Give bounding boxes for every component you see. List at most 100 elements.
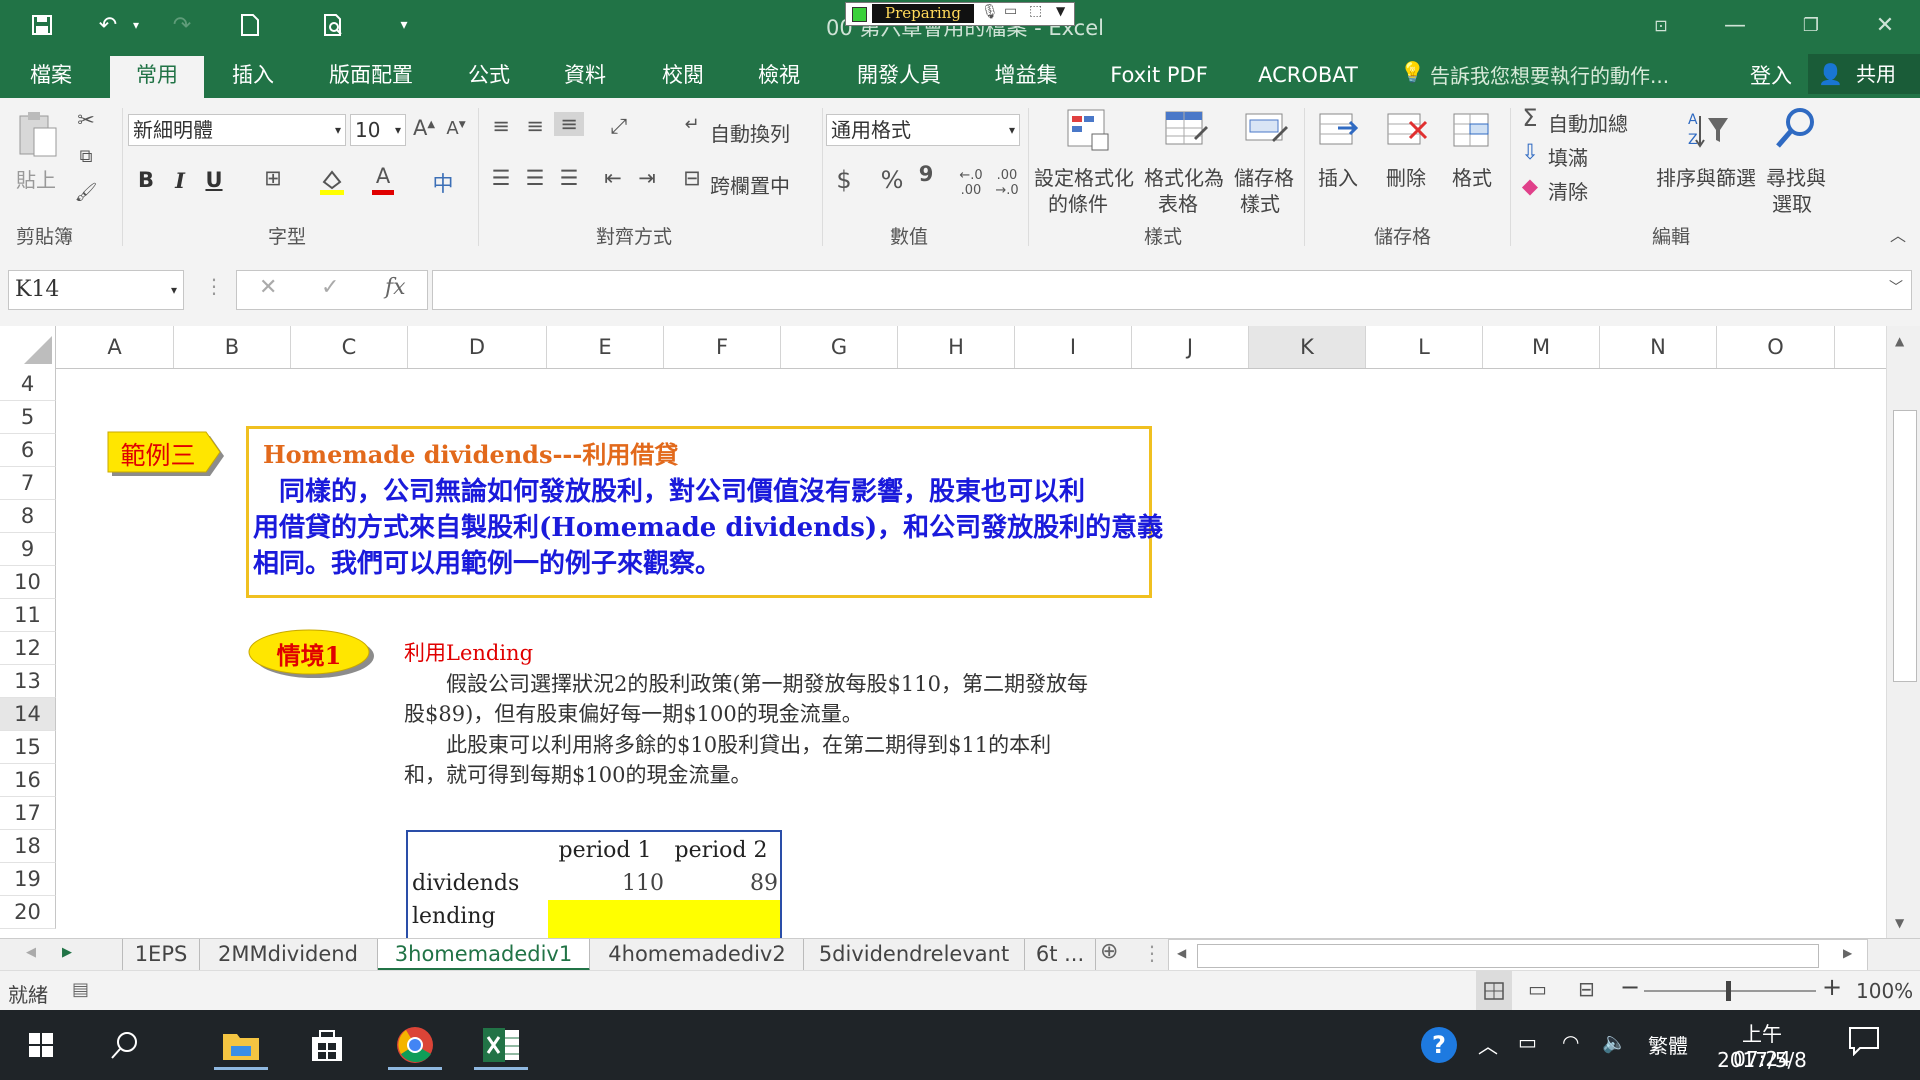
autosum-icon[interactable]: Σ <box>1518 104 1542 132</box>
currency-button[interactable]: $ <box>832 166 856 194</box>
formula-input[interactable]: ﹀ <box>432 270 1912 310</box>
share-button[interactable]: 👤 共用 <box>1808 54 1920 94</box>
fill-color-icon[interactable] <box>318 168 348 196</box>
row-header[interactable]: 13 <box>0 665 56 698</box>
find-select-icon[interactable] <box>1774 106 1818 150</box>
store-icon[interactable] <box>300 1020 354 1070</box>
column-header[interactable]: F <box>664 326 781 368</box>
tab-home[interactable]: 常用 <box>110 56 204 98</box>
table-cell-dividends-p1[interactable]: 110 <box>550 871 664 896</box>
decrease-font-icon[interactable]: A▼ <box>442 118 470 139</box>
add-sheet-icon[interactable]: ⊕ <box>1100 939 1118 964</box>
help-icon[interactable]: ? <box>1412 1020 1466 1070</box>
increase-indent-icon[interactable]: ⇥ <box>634 166 660 190</box>
insert-cells-icon[interactable] <box>1316 108 1360 152</box>
column-header[interactable]: N <box>1600 326 1717 368</box>
delete-cells-label[interactable]: 刪除 <box>1386 162 1426 191</box>
region-select-icon[interactable]: ⬚ <box>1029 3 1042 19</box>
column-header[interactable]: E <box>547 326 664 368</box>
row-header[interactable]: 4 <box>0 368 56 401</box>
scroll-left-icon[interactable]: ◀ <box>1177 946 1186 960</box>
column-header[interactable]: D <box>408 326 547 368</box>
number-format-dropdown[interactable]: 通用格式 ▾ <box>826 114 1020 146</box>
column-header[interactable]: O <box>1717 326 1835 368</box>
row-header[interactable]: 9 <box>0 533 56 566</box>
row-header[interactable]: 18 <box>0 830 56 863</box>
column-header-selected[interactable]: K <box>1249 326 1366 368</box>
close-icon[interactable]: ✕ <box>1860 8 1910 42</box>
tab-formulas[interactable]: 公式 <box>456 56 522 98</box>
percent-button[interactable]: % <box>878 166 906 194</box>
autosum-button[interactable]: 自動加總 <box>1548 108 1628 137</box>
delete-cells-icon[interactable] <box>1384 108 1428 152</box>
cell-styles-label1[interactable]: 儲存格 <box>1234 162 1294 191</box>
chrome-icon[interactable] <box>388 1020 442 1070</box>
eraser-icon[interactable]: ◆ <box>1518 174 1542 198</box>
format-cells-label[interactable]: 格式 <box>1452 162 1492 191</box>
cell-styles-label2[interactable]: 樣式 <box>1240 188 1280 217</box>
zoom-out-icon[interactable]: − <box>1620 973 1640 1001</box>
row-header[interactable]: 5 <box>0 401 56 434</box>
row-header[interactable]: 20 <box>0 896 56 929</box>
find-select-label2[interactable]: 選取 <box>1772 188 1812 217</box>
paste-label[interactable]: 貼上 <box>16 164 56 193</box>
tab-foxit-pdf[interactable]: Foxit PDF <box>1100 56 1218 98</box>
volume-icon[interactable]: 🔈 <box>1602 1030 1627 1054</box>
search-icon[interactable] <box>98 1020 152 1070</box>
column-header[interactable]: B <box>174 326 291 368</box>
underline-button[interactable]: U <box>202 168 226 192</box>
ime-indicator[interactable]: 繁體 <box>1648 1030 1688 1059</box>
align-center-icon[interactable]: ☰ <box>522 166 548 190</box>
increase-decimal-icon[interactable]: ←.0.00 <box>956 168 986 198</box>
sort-filter-label[interactable]: 排序與篩選 <box>1656 162 1756 191</box>
format-table-icon[interactable] <box>1164 108 1208 152</box>
phonetic-button[interactable]: 中 <box>430 168 456 198</box>
align-middle-icon[interactable]: ≡ <box>522 114 548 138</box>
format-painter-icon[interactable]: 🖌 <box>74 182 98 203</box>
tab-review[interactable]: 校閱 <box>650 56 716 98</box>
row-header[interactable]: 16 <box>0 764 56 797</box>
tab-view[interactable]: 檢視 <box>746 56 812 98</box>
tab-addins[interactable]: 增益集 <box>986 56 1066 98</box>
fill-down-icon[interactable]: ⇩ <box>1518 140 1542 164</box>
font-size-dropdown[interactable]: 10 ▾ <box>350 114 406 146</box>
chevron-down-icon[interactable]: ▾ <box>171 271 177 309</box>
sheet-tab-5dividendrelevant[interactable]: 5dividendrelevant <box>804 939 1025 971</box>
column-header[interactable]: L <box>1366 326 1483 368</box>
column-header[interactable]: H <box>898 326 1015 368</box>
conditional-format-label1[interactable]: 設定格式化 <box>1034 162 1134 191</box>
macro-record-icon[interactable]: ▤ <box>72 979 89 1000</box>
page-layout-view-icon[interactable]: ▭ <box>1528 977 1547 1001</box>
format-cells-icon[interactable] <box>1450 108 1494 152</box>
ribbon-display-icon[interactable]: ⊡ <box>1636 8 1686 42</box>
row-header[interactable]: 11 <box>0 599 56 632</box>
wrap-text-icon[interactable]: ↵ <box>680 114 704 135</box>
table-cell-dividends-p2[interactable]: 89 <box>664 871 778 896</box>
sheet-tab-4homemadediv2[interactable]: 4homemadediv2 <box>591 939 804 971</box>
column-header[interactable]: G <box>781 326 898 368</box>
column-header[interactable]: M <box>1483 326 1600 368</box>
increase-font-icon[interactable]: A▲ <box>410 116 438 140</box>
border-icon[interactable]: ⊞ <box>258 166 288 190</box>
decrease-indent-icon[interactable]: ⇤ <box>600 166 626 190</box>
normal-view-icon[interactable] <box>1476 971 1512 1011</box>
tab-data[interactable]: 資料 <box>552 56 618 98</box>
cell-styles-icon[interactable] <box>1244 108 1288 152</box>
row-header[interactable]: 19 <box>0 863 56 896</box>
sign-in-link[interactable]: 登入 <box>1750 60 1792 90</box>
table-cell-lending-highlight[interactable] <box>548 900 780 938</box>
comma-button[interactable]: 9 <box>914 162 938 186</box>
scroll-up-icon[interactable]: ▲ <box>1895 334 1904 348</box>
conditional-format-label2[interactable]: 的條件 <box>1048 188 1108 217</box>
sheet-tab-2mmdividend[interactable]: 2MMdividend <box>199 939 378 971</box>
format-table-label2[interactable]: 表格 <box>1158 188 1198 217</box>
fill-button[interactable]: 填滿 <box>1548 142 1588 171</box>
expand-formula-icon[interactable]: ﹀ <box>1889 277 1903 297</box>
row-header[interactable]: 8 <box>0 500 56 533</box>
split-handle-icon[interactable]: ⋮ <box>1142 941 1162 965</box>
find-select-label1[interactable]: 尋找與 <box>1766 162 1826 191</box>
row-header[interactable]: 6 <box>0 434 56 467</box>
excel-taskbar-icon[interactable] <box>474 1020 528 1070</box>
insert-function-button[interactable]: fx <box>385 275 406 300</box>
paste-icon[interactable] <box>14 110 60 160</box>
